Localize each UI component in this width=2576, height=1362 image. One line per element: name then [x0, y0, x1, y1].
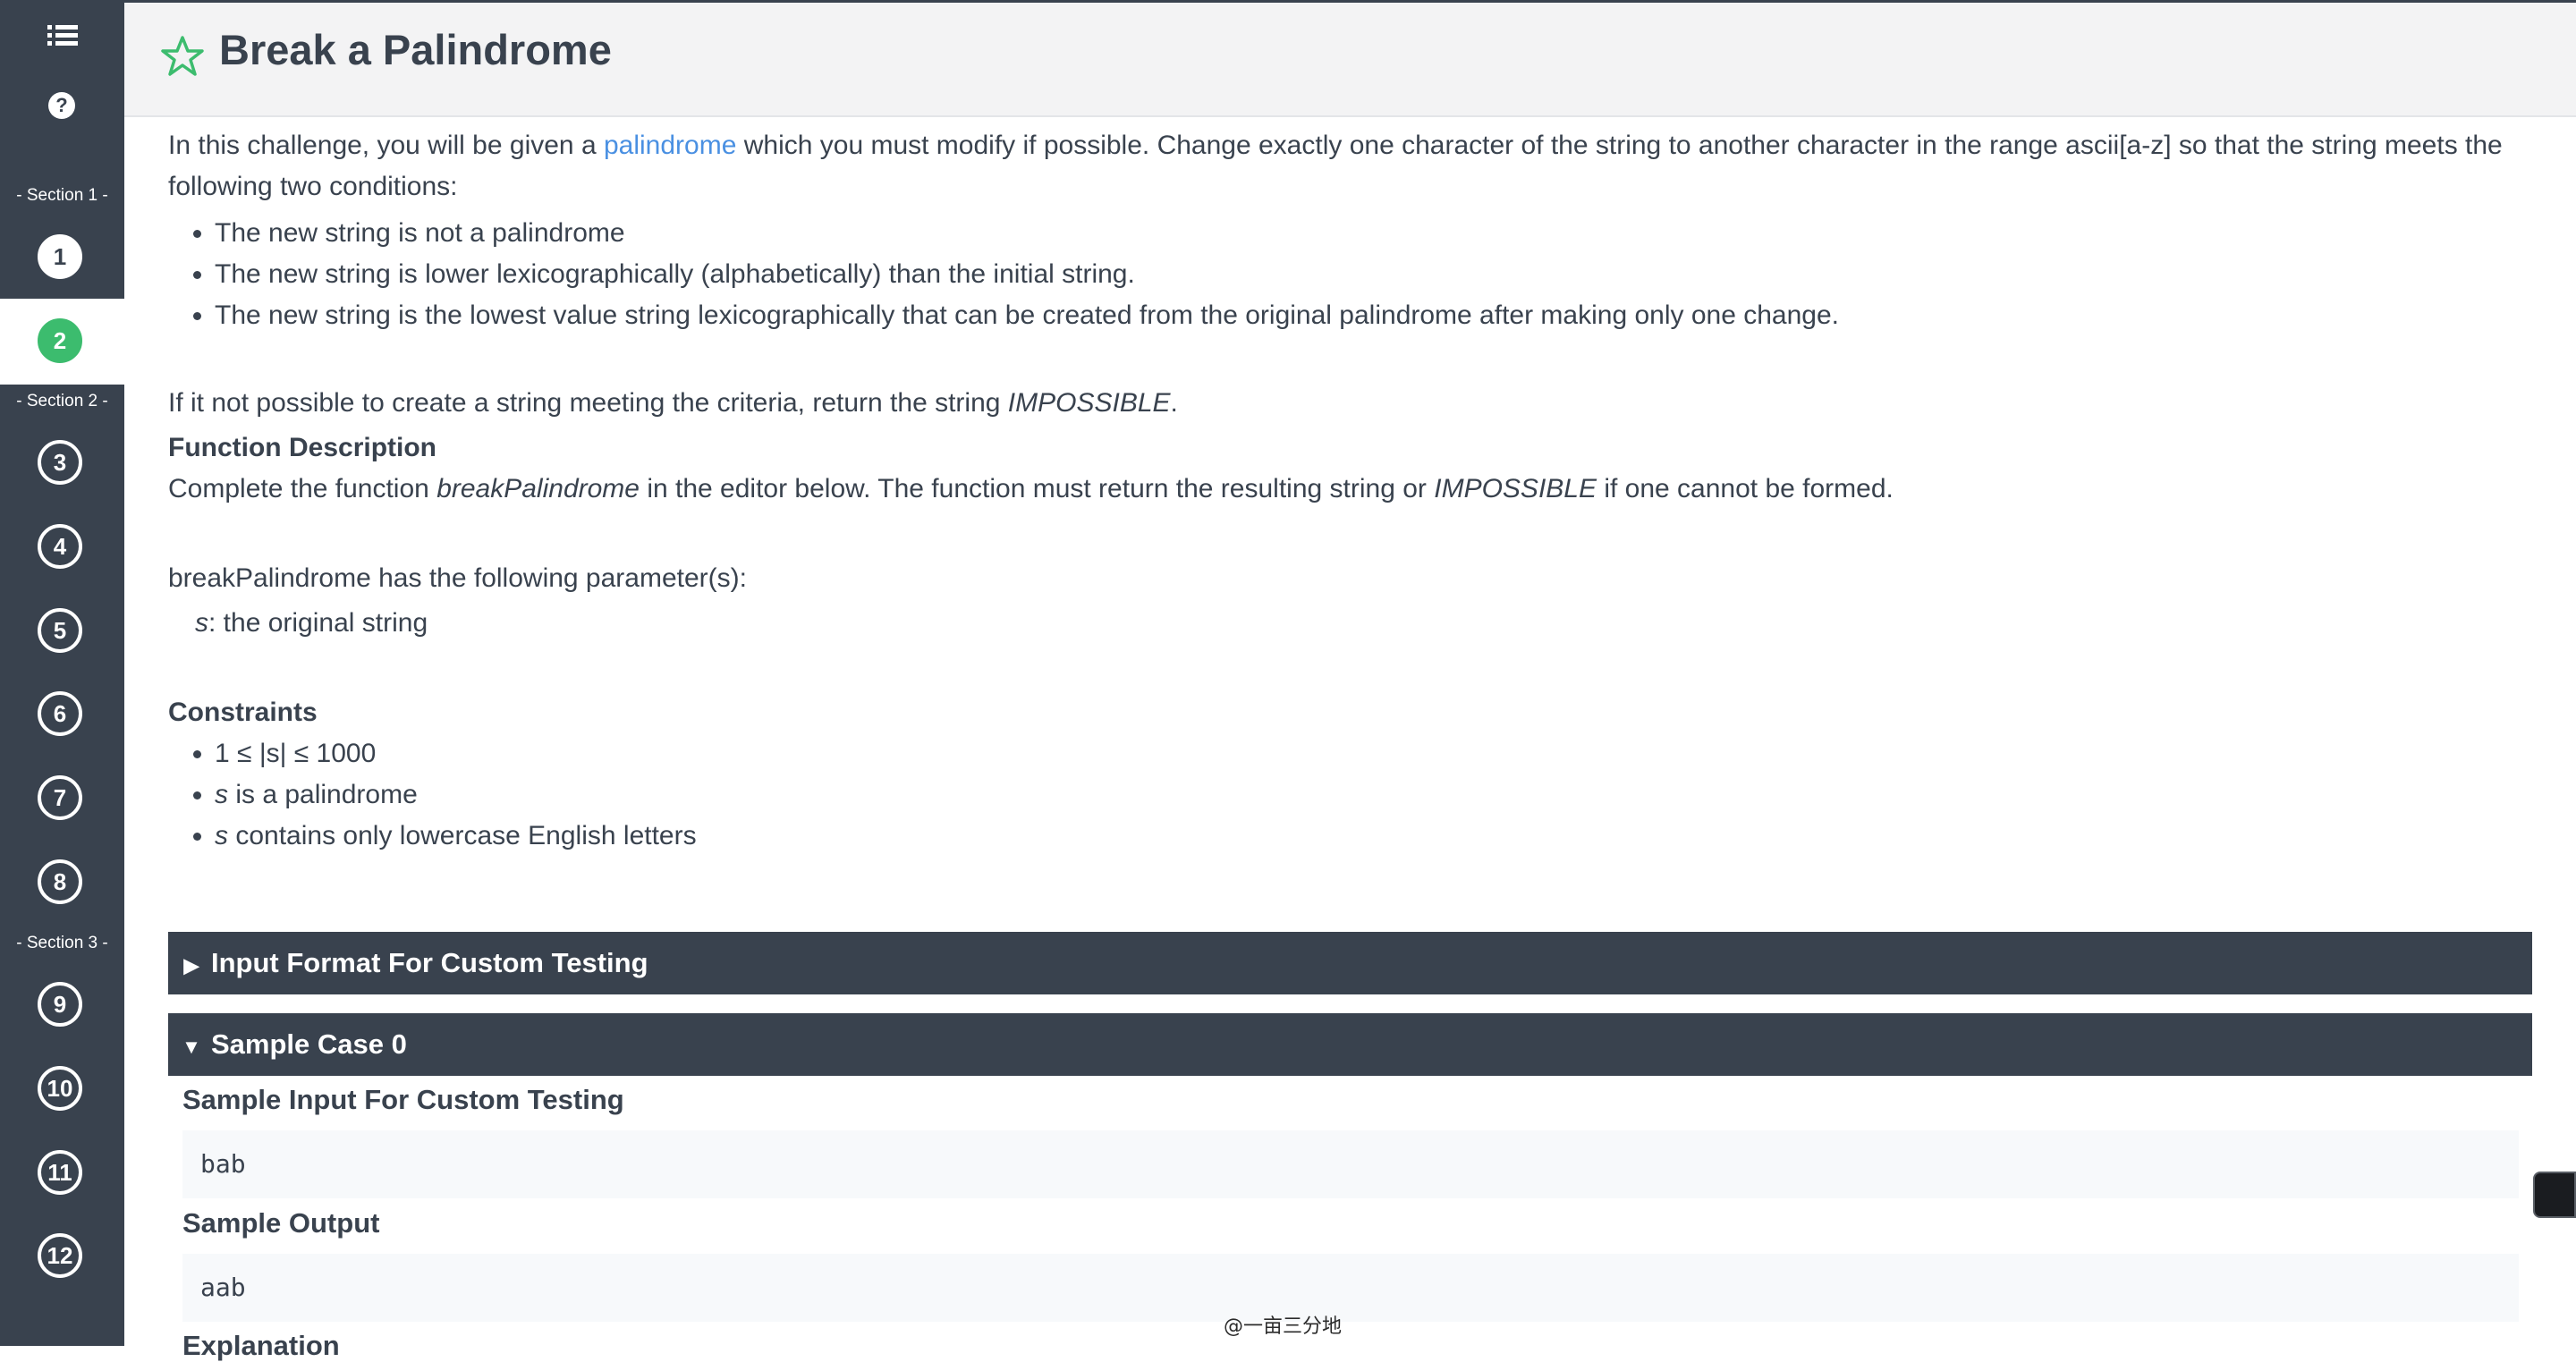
help-button[interactable]: ?	[48, 92, 75, 119]
challenge-header: Break a Palindrome	[124, 3, 2576, 117]
question-11-button[interactable]: 11	[38, 1150, 82, 1195]
side-panel-handle[interactable]	[2533, 1172, 2576, 1218]
function-description-heading: Function Description	[168, 433, 436, 462]
section-2-label: - Section 2 -	[16, 392, 108, 410]
question-7-button[interactable]: 7	[38, 775, 82, 820]
list-item: The new string is the lowest value strin…	[215, 295, 2538, 336]
section-3-label: - Section 3 -	[16, 934, 108, 952]
question-12-button[interactable]: 12	[38, 1233, 82, 1278]
page-title: Break a Palindrome	[219, 26, 612, 73]
sample-output-box: aab	[182, 1254, 2519, 1322]
sample-input-heading: Sample Input For Custom Testing	[182, 1084, 624, 1115]
list-item: The new string is not a palindrome	[215, 213, 2538, 254]
parameter-item: s: the original string	[195, 608, 428, 638]
caret-down-icon: ▼	[182, 1036, 201, 1058]
sample-case-0-toggle[interactable]: ▼ Sample Case 0	[168, 1013, 2532, 1076]
question-3-button[interactable]: 3	[38, 440, 82, 485]
question-1-button[interactable]: 1	[38, 234, 82, 279]
question-8-button[interactable]: 8	[38, 859, 82, 904]
input-format-toggle[interactable]: ▶ Input Format For Custom Testing	[168, 932, 2532, 994]
parameters-intro: breakPalindrome has the following parame…	[168, 563, 747, 593]
list-item: s contains only lowercase English letter…	[215, 816, 2538, 857]
list-item: The new string is lower lexicographicall…	[215, 254, 2538, 295]
palindrome-link[interactable]: palindrome	[604, 131, 736, 160]
intro-paragraph: In this challenge, you will be given a p…	[168, 131, 2503, 201]
star-outline-icon[interactable]	[160, 34, 205, 79]
sample-input-box: bab	[182, 1130, 2519, 1198]
caret-right-icon: ▶	[183, 954, 199, 977]
question-5-button[interactable]: 5	[38, 608, 82, 653]
list-icon[interactable]	[44, 20, 81, 52]
problem-statement: In this challenge, you will be given a p…	[168, 125, 2538, 857]
question-4-button[interactable]: 4	[38, 524, 82, 569]
constraints-heading: Constraints	[168, 698, 318, 727]
question-6-button[interactable]: 6	[38, 691, 82, 736]
list-item: s is a palindrome	[215, 774, 2538, 816]
section-1-label: - Section 1 -	[16, 186, 108, 205]
question-9-button[interactable]: 9	[38, 982, 82, 1027]
question-2-button[interactable]: 2	[38, 318, 82, 363]
question-10-button[interactable]: 10	[38, 1066, 82, 1111]
constraints-list: 1 ≤ |s| ≤ 1000 s is a palindrome s conta…	[168, 733, 2538, 857]
conditions-list: The new string is not a palindrome The n…	[168, 213, 2538, 336]
sample-output-heading: Sample Output	[182, 1207, 380, 1239]
function-description: Complete the function breakPalindrome in…	[168, 474, 1894, 503]
question-sidebar: ? - Section 1 - 1 2 - Section 2 - 3 4 5 …	[0, 0, 124, 1346]
list-item: 1 ≤ |s| ≤ 1000	[215, 733, 2538, 774]
impossible-paragraph: If it not possible to create a string me…	[168, 388, 1178, 418]
watermark: @一亩三分地	[1224, 1315, 1343, 1338]
explanation-heading: Explanation	[182, 1330, 340, 1361]
